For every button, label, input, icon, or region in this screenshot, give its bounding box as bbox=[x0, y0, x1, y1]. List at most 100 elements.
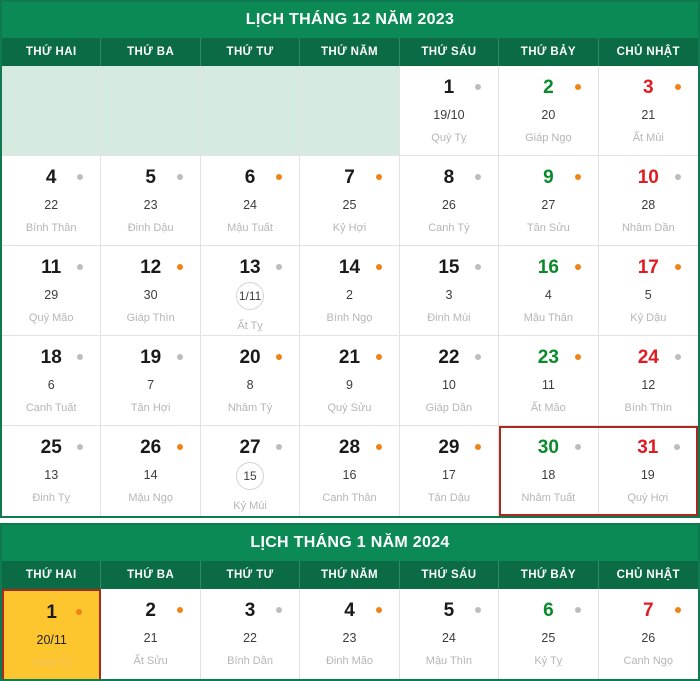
day-cell[interactable]: 2 21 Ất Sửu bbox=[101, 589, 201, 679]
weekday-header-0: THỨ HAI bbox=[2, 38, 102, 66]
day-cell[interactable]: 7 25 Kỷ Hợi bbox=[300, 156, 400, 246]
lunar-date: 30 bbox=[143, 288, 158, 302]
day-cell[interactable]: 20 8 Nhâm Tý bbox=[200, 336, 301, 426]
auspicious-dot-icon bbox=[276, 354, 283, 360]
lunar-date: 20/11 bbox=[36, 633, 67, 647]
day-cell[interactable]: 16 4 Mậu Thân bbox=[499, 246, 599, 336]
lunar-date: 5 bbox=[644, 288, 652, 302]
day-cell[interactable]: 5 23 Đinh Dậu bbox=[101, 156, 201, 246]
can-chi-label: Kỷ Dậu bbox=[630, 312, 667, 324]
day-cell[interactable]: 30 18 Nhâm Tuất bbox=[499, 426, 599, 516]
solar-date: 8 bbox=[443, 167, 455, 188]
day-cell[interactable]: 13 1/11 Ất Tỵ bbox=[200, 246, 301, 336]
weekday-header-3: THỨ NĂM bbox=[300, 561, 400, 589]
day-cell[interactable]: 9 27 Tân Sửu bbox=[499, 156, 599, 246]
day-cell[interactable]: 8 26 Canh Tý bbox=[399, 156, 500, 246]
day-cell[interactable]: 28 16 Canh Thân bbox=[300, 426, 400, 516]
weekday-header-4: THỨ SÁU bbox=[400, 38, 500, 66]
weekday-header-5: THỨ BẢY bbox=[499, 38, 599, 66]
lunar-date: 22 bbox=[243, 631, 258, 645]
lunar-date: 4 bbox=[544, 288, 552, 302]
day-cell[interactable]: 25 13 Đinh Tỵ bbox=[2, 426, 102, 516]
day-cell[interactable]: 10 28 Nhâm Dần bbox=[598, 156, 698, 246]
lunar-date: 27 bbox=[541, 198, 556, 212]
solar-date: 5 bbox=[145, 167, 156, 188]
lunar-date: 24 bbox=[243, 198, 258, 212]
solar-date: 14 bbox=[338, 257, 361, 278]
auspicious-dot-icon bbox=[574, 84, 581, 90]
solar-date: 31 bbox=[637, 437, 659, 458]
lunar-date: 7 bbox=[147, 378, 155, 392]
can-chi-label: Nhâm Dần bbox=[621, 222, 675, 234]
day-cell[interactable]: 6 25 Kỷ Tỵ bbox=[499, 589, 599, 679]
day-cell[interactable]: 18 6 Canh Tuất bbox=[2, 336, 102, 426]
can-chi-label: Tân Sửu bbox=[526, 222, 570, 234]
day-cell[interactable]: 1 19/10 Quý Tỵ bbox=[399, 66, 500, 156]
solar-date: 22 bbox=[438, 347, 460, 368]
day-cell[interactable]: 15 3 Đinh Mùi bbox=[399, 246, 500, 336]
weekday-header-row: THỨ HAI THỨ BA THỨ TƯ THỨ NĂM THỨ SÁU THỨ BẢY… bbox=[2, 561, 698, 589]
week-row: 11 29 Quý Mão 12 30 Giáp Thìn 13 1/11 Ất Tỵ 14 2 Bí… bbox=[2, 246, 698, 336]
weeks-container: 1 19/10 Quý Tỵ 2 20 Giáp Ngọ 3 21 Ất Mùi 4 22 Bính … bbox=[2, 66, 698, 516]
auspicious-dot-icon bbox=[375, 174, 382, 180]
lunar-date: 26 bbox=[441, 198, 456, 212]
lunar-date: 23 bbox=[342, 631, 357, 645]
auspicious-dot-icon bbox=[276, 174, 283, 180]
auspicious-dot-icon bbox=[675, 607, 681, 613]
day-cell[interactable]: 21 9 Quý Sửu bbox=[300, 336, 400, 426]
lunar-date: 15 bbox=[236, 462, 265, 490]
solar-date: 27 bbox=[239, 437, 261, 458]
lunar-date: 21 bbox=[143, 631, 158, 645]
day-cell[interactable]: 3 21 Ất Mùi bbox=[598, 66, 698, 156]
day-cell[interactable]: 5 24 Mậu Thìn bbox=[399, 589, 500, 679]
lunar-date: 1/11 bbox=[236, 282, 265, 310]
day-cell[interactable]: 11 29 Quý Mão bbox=[2, 246, 102, 336]
can-chi-label: Bính Ngọ bbox=[326, 312, 373, 324]
can-chi-label: Mậu Tuất bbox=[227, 222, 273, 234]
can-chi-label: Quý Sửu bbox=[327, 402, 372, 414]
can-chi-label: Đinh Mão bbox=[325, 655, 374, 667]
solar-date: 1 bbox=[443, 77, 455, 98]
day-cell[interactable]: 27 15 Kỷ Mùi bbox=[200, 426, 301, 516]
weekday-header-1: THỨ BA bbox=[101, 38, 201, 66]
day-cell[interactable]: 3 22 Bính Dần bbox=[200, 589, 301, 679]
solar-date: 13 bbox=[239, 257, 261, 278]
day-cell[interactable]: 1 20/11 Giáp Tý bbox=[2, 589, 102, 679]
day-cell[interactable]: 12 30 Giáp Thìn bbox=[101, 246, 201, 336]
auspicious-dot-icon bbox=[375, 354, 382, 360]
day-cell[interactable]: 17 5 Kỷ Dậu bbox=[598, 246, 698, 336]
day-cell[interactable]: 14 2 Bính Ngọ bbox=[300, 246, 400, 336]
day-cell[interactable]: 4 23 Đinh Mão bbox=[300, 589, 400, 679]
can-chi-label: Đinh Mùi bbox=[427, 312, 471, 324]
neutral-dot-icon bbox=[77, 264, 84, 270]
solar-date: 15 bbox=[438, 257, 460, 278]
day-cell[interactable]: 2 20 Giáp Ngọ bbox=[499, 66, 599, 156]
day-cell[interactable]: 6 24 Mậu Tuất bbox=[200, 156, 301, 246]
day-cell[interactable]: 29 17 Tân Dậu bbox=[399, 426, 500, 516]
day-cell[interactable]: 23 11 Ất Mão bbox=[499, 336, 599, 426]
lunar-calendar-page: LỊCH THÁNG 12 NĂM 2023 THỨ HAI THỨ BA THỨ T… bbox=[0, 0, 700, 681]
lunar-date: 21 bbox=[641, 108, 656, 122]
day-cell[interactable]: 22 10 Giáp Dần bbox=[399, 336, 500, 426]
day-cell[interactable]: 26 14 Mậu Ngọ bbox=[101, 426, 201, 516]
can-chi-label: Ất Tỵ bbox=[237, 320, 263, 332]
can-chi-label: Mậu Ngọ bbox=[128, 492, 173, 504]
week-row: 1 20/11 Giáp Tý 2 21 Ất Sửu 3 22 Bính Dần 4 23 Đinh… bbox=[2, 589, 698, 679]
lunar-date: 25 bbox=[342, 198, 357, 212]
solar-date: 18 bbox=[40, 347, 62, 368]
lunar-date: 6 bbox=[47, 378, 55, 392]
day-cell[interactable]: 19 7 Tân Hợi bbox=[101, 336, 201, 426]
auspicious-dot-icon bbox=[574, 264, 581, 270]
auspicious-dot-icon bbox=[375, 607, 382, 613]
day-cell[interactable]: 31 19 Quý Hợi bbox=[598, 426, 698, 516]
neutral-dot-icon bbox=[77, 354, 84, 360]
auspicious-dot-icon bbox=[675, 84, 681, 90]
lunar-date: 9 bbox=[346, 378, 353, 392]
day-cell[interactable]: 4 22 Bính Thân bbox=[2, 156, 102, 246]
day-cell[interactable]: 24 12 Bính Thìn bbox=[598, 336, 698, 426]
can-chi-label: Ất Mão bbox=[530, 402, 566, 414]
solar-date: 9 bbox=[543, 167, 554, 188]
day-cell[interactable]: 7 26 Canh Ngọ bbox=[598, 589, 698, 679]
can-chi-label: Giáp Dần bbox=[425, 402, 473, 414]
day-cell-empty bbox=[200, 66, 301, 156]
